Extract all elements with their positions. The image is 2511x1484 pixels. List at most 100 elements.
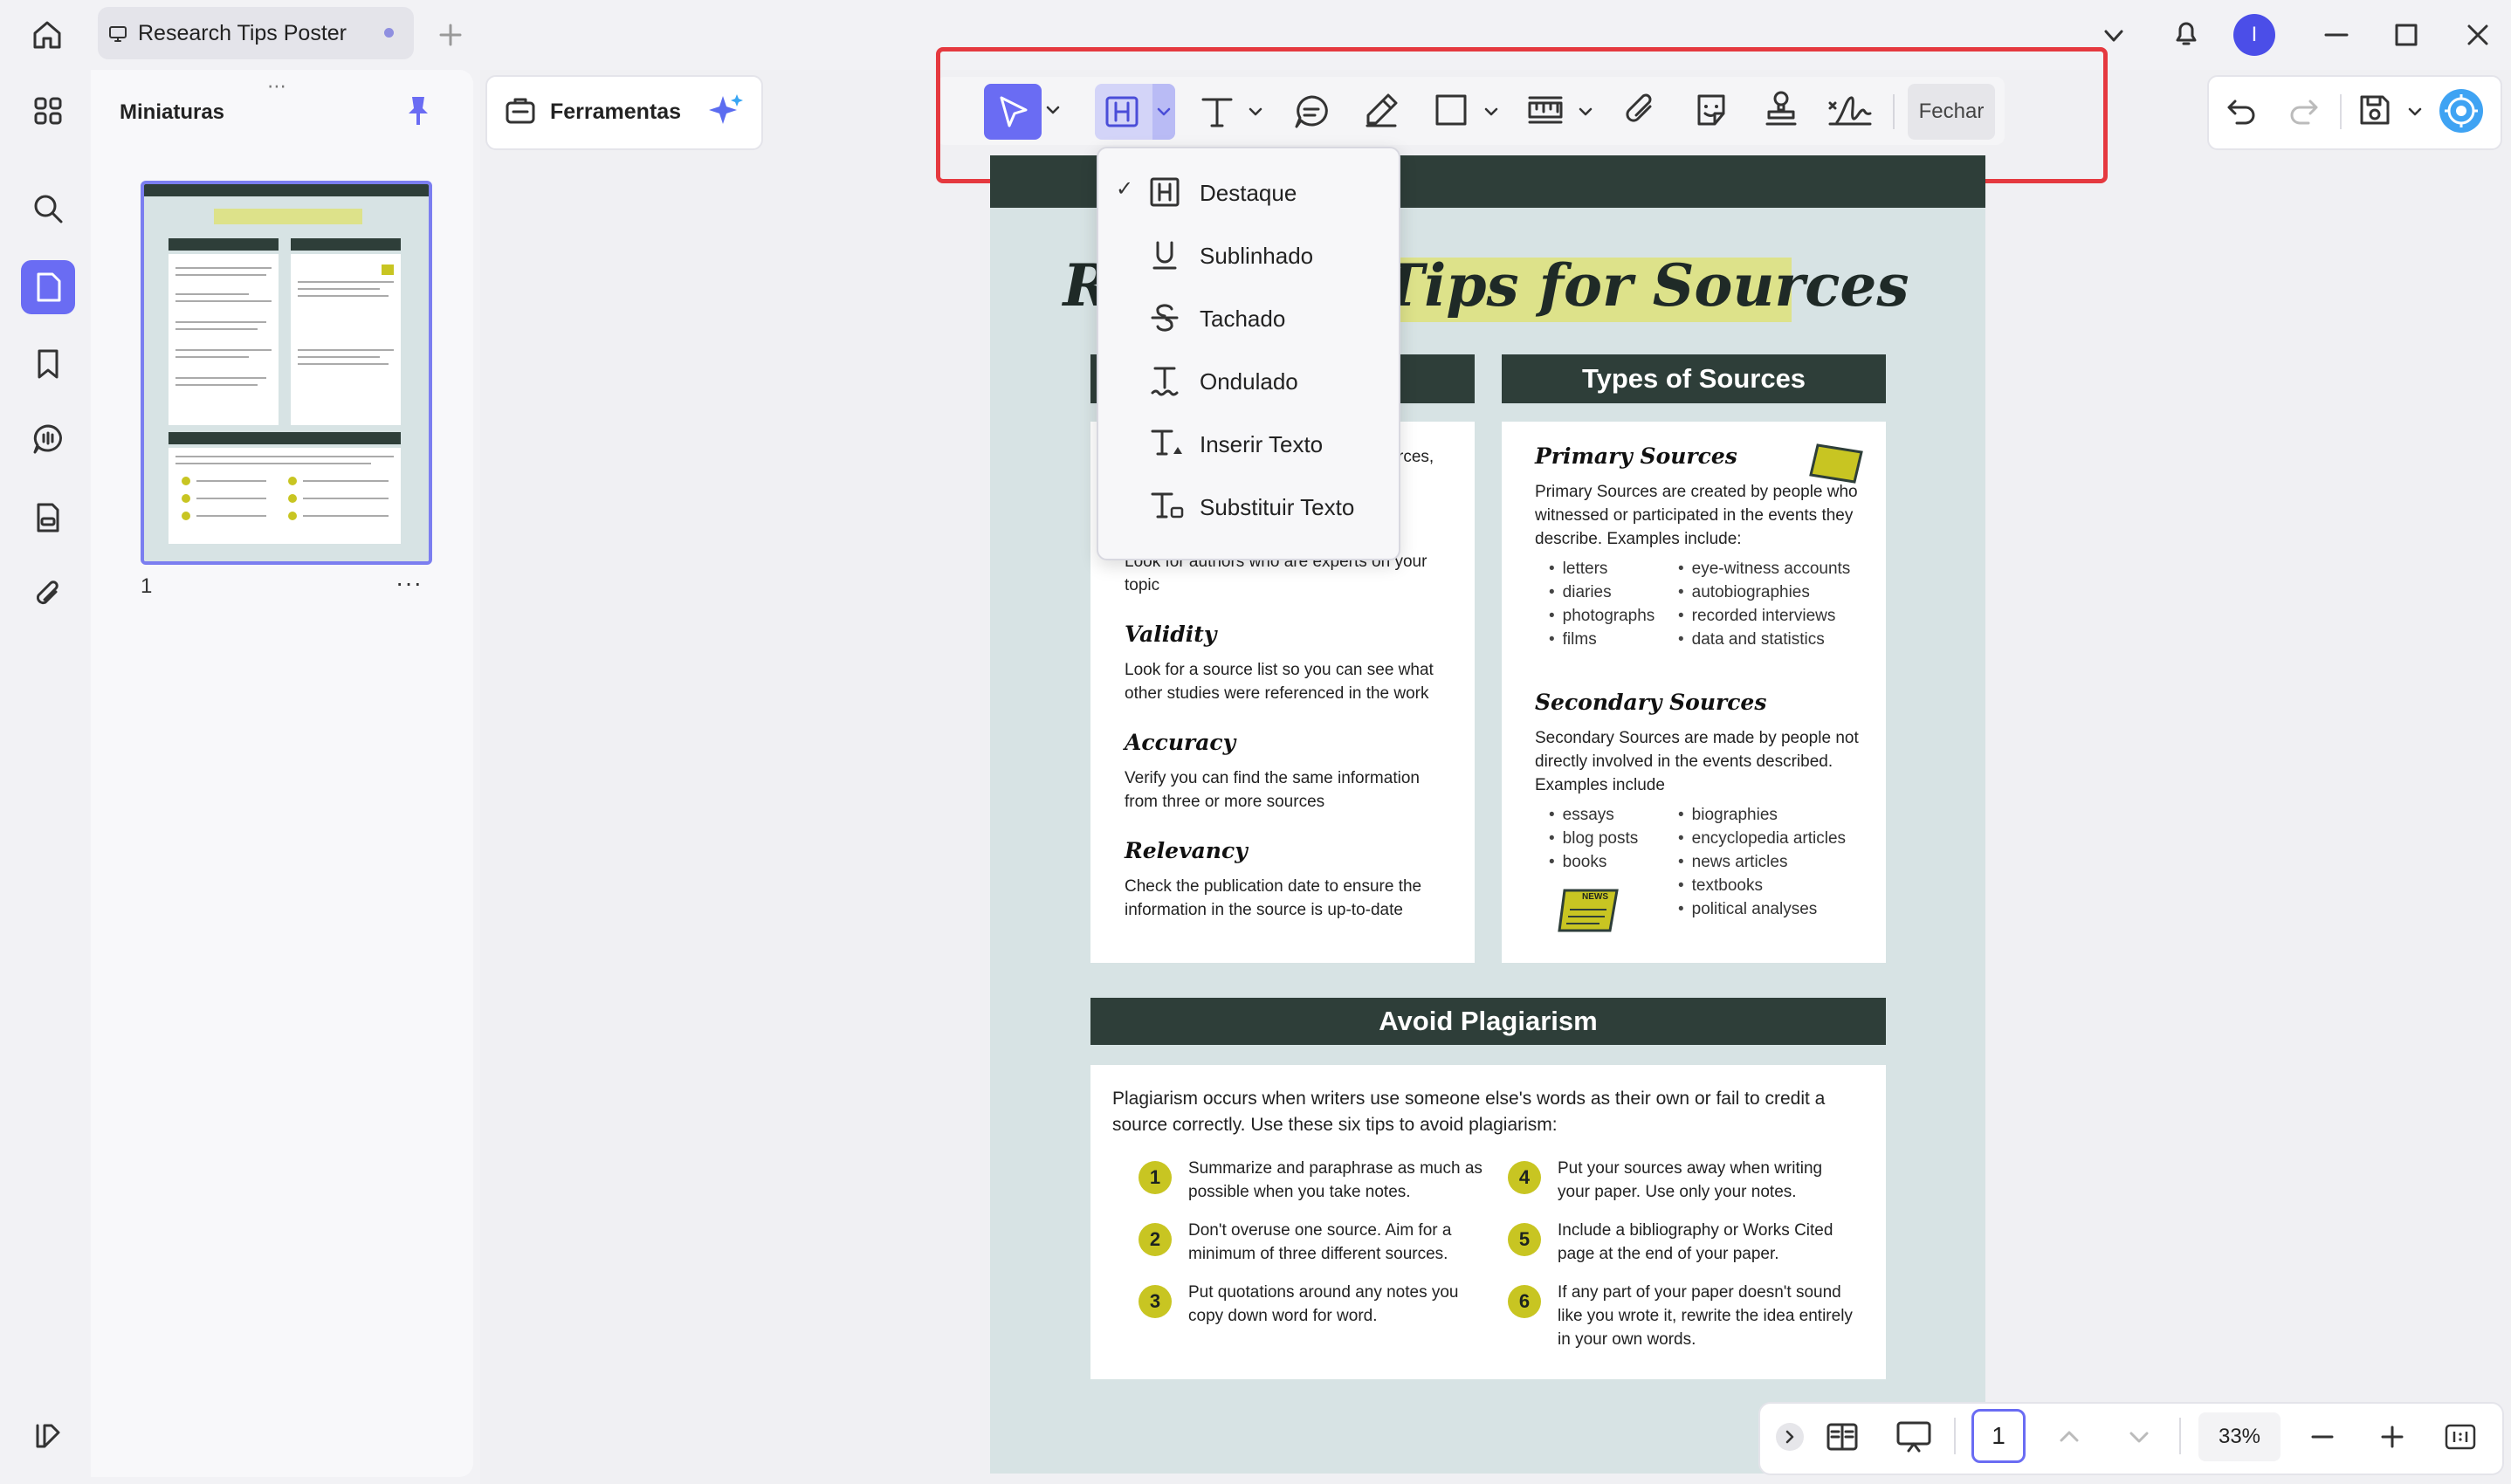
apps-grid-icon[interactable] <box>21 84 75 138</box>
list-item: letters <box>1549 557 1655 581</box>
accuracy-text: Verify you can find the same information… <box>1125 769 1420 811</box>
zoom-out-icon[interactable] <box>2308 1423 2336 1451</box>
presentation-icon[interactable] <box>1895 1419 1933 1454</box>
strikethrough-icon <box>1149 302 1180 333</box>
dropdown-item-inserir-texto[interactable]: Inserir Texto <box>1097 414 1397 477</box>
toolbox-icon <box>503 93 538 127</box>
sidebar-settings-icon[interactable] <box>21 1409 75 1463</box>
user-avatar[interactable]: I <box>2233 14 2275 56</box>
plagiarism-intro: Plagiarism occurs when writers use someo… <box>1112 1089 1826 1135</box>
dropdown-item-label: Destaque <box>1200 180 1297 206</box>
minimize-icon[interactable] <box>2322 21 2350 49</box>
tip-text-1: Summarize and paraphrase as much as poss… <box>1188 1159 1483 1201</box>
zoom-in-icon[interactable] <box>2378 1423 2406 1451</box>
bookmark-icon[interactable] <box>21 337 75 391</box>
list-item: biographies <box>1678 803 1846 827</box>
avoid-plagiarism-header: Avoid Plagiarism <box>1090 998 1886 1045</box>
form-fields-icon[interactable] <box>21 491 75 545</box>
thumbnail-page-number: 1 <box>141 574 153 598</box>
right-toolbar-divider <box>2340 94 2342 129</box>
list-item: diaries <box>1549 581 1655 604</box>
newspaper-label: NEWS <box>1582 892 1608 902</box>
tip-text-5: Include a bibliography or Works Cited pa… <box>1558 1221 1833 1263</box>
list-item: essays <box>1549 803 1638 827</box>
search-icon[interactable] <box>21 182 75 236</box>
underline-icon <box>1149 239 1180 271</box>
tip-number-6: 6 <box>1508 1285 1541 1318</box>
save-chevron-down-icon[interactable] <box>2406 103 2424 120</box>
collapse-bar-icon[interactable] <box>1776 1423 1804 1451</box>
pin-icon[interactable] <box>403 94 433 127</box>
list-item: eye-witness accounts <box>1678 557 1851 581</box>
attachment-icon[interactable] <box>21 567 75 622</box>
undo-icon[interactable] <box>2225 94 2258 127</box>
list-item: data and statistics <box>1678 628 1850 651</box>
secondary-list-col2: biographies encyclopedia articles news a… <box>1678 803 1846 921</box>
dropdown-item-ondulado[interactable]: Ondulado <box>1097 351 1397 414</box>
ai-sparkle-icon[interactable] <box>707 91 746 129</box>
primary-sources-text: Primary Sources are created by people wh… <box>1535 483 1858 548</box>
secondary-sources-text: Secondary Sources are made by people not… <box>1535 729 1859 794</box>
relevancy-text: Check the publication date to ensure the… <box>1125 877 1422 919</box>
document-tab-title: Research Tips Poster <box>138 21 347 45</box>
replace-text-icon <box>1149 491 1184 522</box>
previous-page-icon[interactable] <box>2055 1423 2083 1451</box>
list-item: encyclopedia articles <box>1678 827 1846 850</box>
document-tab-icon <box>108 24 127 44</box>
list-item: textbooks <box>1678 874 1846 897</box>
page-thumbnail-1[interactable] <box>141 181 432 565</box>
dropdown-item-label: Tachado <box>1200 306 1286 332</box>
save-icon[interactable] <box>2357 93 2392 127</box>
accuracy-heading: Accuracy <box>1125 730 1236 755</box>
relevancy-heading: Relevancy <box>1125 838 1248 863</box>
list-item: photographs <box>1549 604 1655 628</box>
comment-icon[interactable] <box>21 412 75 466</box>
redo-icon[interactable] <box>2287 94 2321 127</box>
tip-number-3: 3 <box>1139 1285 1172 1318</box>
ai-assistant-icon[interactable] <box>2439 89 2483 133</box>
thumbnails-title: Miniaturas <box>120 100 225 124</box>
newspaper-icon: NEWS <box>1556 887 1622 936</box>
dropdown-item-label: Sublinhado <box>1200 243 1314 269</box>
home-icon[interactable] <box>30 17 65 52</box>
dropdown-item-substituir-texto[interactable]: Substituir Texto <box>1097 477 1397 539</box>
tip-text-2: Don't overuse one source. Aim for a mini… <box>1188 1221 1452 1263</box>
dropdown-item-sublinhado[interactable]: Sublinhado <box>1097 225 1397 288</box>
dropdown-item-tachado[interactable]: Tachado <box>1097 288 1397 351</box>
dropdown-item-label: Substituir Texto <box>1200 494 1355 520</box>
chevron-down-icon[interactable] <box>2101 23 2127 49</box>
highlight-type-icon <box>1149 176 1180 208</box>
bottom-divider <box>1954 1418 1956 1454</box>
validity-heading: Validity <box>1125 622 1217 647</box>
thumbnail-preview <box>144 184 429 561</box>
page-layout-icon[interactable] <box>1825 1419 1860 1454</box>
tip-number-5: 5 <box>1508 1223 1541 1256</box>
new-tab-plus-icon[interactable] <box>438 23 463 47</box>
dropdown-item-label: Ondulado <box>1200 368 1298 395</box>
actual-size-icon[interactable] <box>2443 1419 2478 1454</box>
primary-list-col1: letters diaries photographs films <box>1549 557 1655 651</box>
secondary-list-col1: essays blog posts books <box>1549 803 1639 874</box>
zoom-level[interactable]: 33% <box>2198 1412 2281 1461</box>
primary-list-col2: eye-witness accounts autobiographies rec… <box>1678 557 1851 651</box>
bell-icon[interactable] <box>2169 16 2204 51</box>
page-number-input[interactable]: 1 <box>1971 1409 2026 1463</box>
thumbnail-more-icon[interactable]: ··· <box>396 569 423 597</box>
insert-text-icon <box>1149 428 1184 459</box>
dropdown-item-destaque[interactable]: Destaque <box>1097 162 1397 225</box>
list-item: films <box>1549 628 1655 651</box>
next-page-icon[interactable] <box>2125 1423 2153 1451</box>
dropdown-item-label: Inserir Texto <box>1200 431 1324 457</box>
list-item: recorded interviews <box>1678 604 1850 628</box>
close-window-icon[interactable] <box>2464 21 2492 49</box>
page-thumbnails-icon[interactable] <box>21 260 75 314</box>
maximize-icon[interactable] <box>2392 21 2420 49</box>
bottom-divider <box>2179 1418 2181 1454</box>
list-item: books <box>1549 850 1638 874</box>
panel-drag-handle[interactable]: ⋯ <box>267 75 288 98</box>
tip-text-6: If any part of your paper doesn't sound … <box>1558 1283 1853 1349</box>
list-item: political analyses <box>1678 897 1846 921</box>
tip-text-4: Put your sources away when writing your … <box>1558 1159 1823 1201</box>
tip-text-3: Put quotations around any notes you copy… <box>1188 1283 1459 1325</box>
tip-number-2: 2 <box>1139 1223 1172 1256</box>
